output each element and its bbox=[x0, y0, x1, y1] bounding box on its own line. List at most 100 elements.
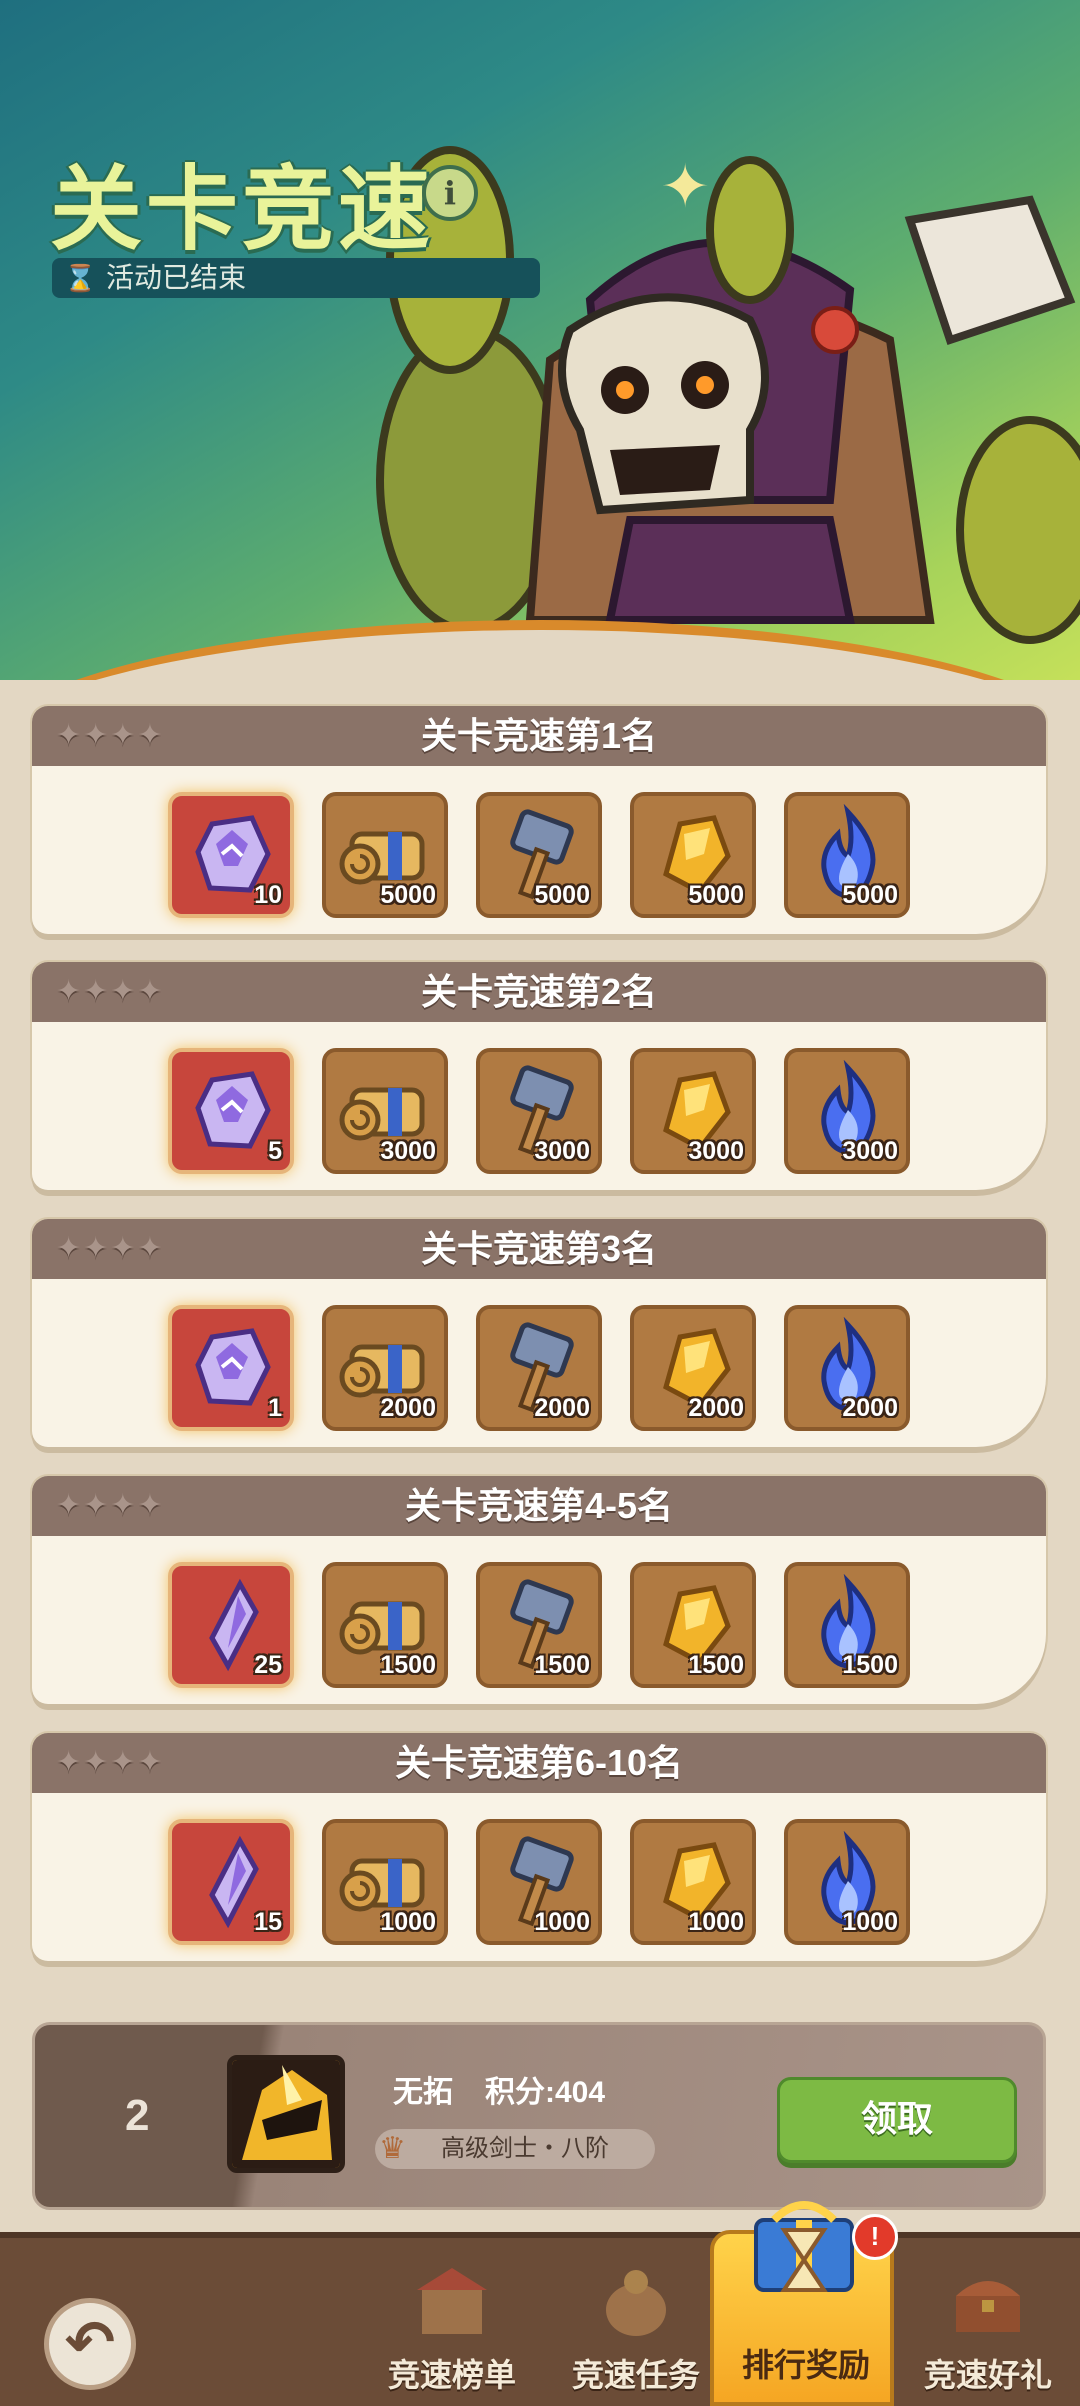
reward-item-count: 15 bbox=[254, 1908, 282, 1936]
reward-item-count: 3000 bbox=[842, 1137, 898, 1165]
reward-item-count: 1000 bbox=[534, 1908, 590, 1936]
reward-item[interactable]: 5000 bbox=[322, 792, 448, 918]
reward-item[interactable]: 10 bbox=[168, 792, 294, 918]
event-banner: ✦ 关卡竞速 i ⌛ 活动已结束 bbox=[0, 0, 1080, 680]
reward-item[interactable]: 1500 bbox=[476, 1562, 602, 1688]
reward-item-count: 2000 bbox=[842, 1394, 898, 1422]
reward-item-count: 2000 bbox=[688, 1394, 744, 1422]
reward-item[interactable]: 1500 bbox=[784, 1562, 910, 1688]
reward-item[interactable]: 1000 bbox=[630, 1819, 756, 1945]
reward-item[interactable]: 15 bbox=[168, 1819, 294, 1945]
reward-item[interactable]: 3000 bbox=[476, 1048, 602, 1174]
purple-crystal-icon bbox=[195, 1328, 271, 1406]
reward-item[interactable]: 1 bbox=[168, 1305, 294, 1431]
reward-item-count: 1500 bbox=[380, 1651, 436, 1679]
gift-hourglass-icon bbox=[754, 2201, 854, 2292]
reward-item-count: 5000 bbox=[380, 881, 436, 909]
reward-item[interactable]: 1500 bbox=[322, 1562, 448, 1688]
reward-card-header: ✦✦✦✦ 关卡竞速第2名 bbox=[32, 962, 1046, 1022]
reward-card-title: 关卡竞速第2名 bbox=[420, 971, 658, 1012]
reward-item-count: 1500 bbox=[534, 1651, 590, 1679]
reward-card-header: ✦✦✦✦ 关卡竞速第3名 bbox=[32, 1219, 1046, 1279]
reward-card: ✦✦✦✦ 关卡竞速第2名 5 3000 3000 3000 3000 bbox=[32, 962, 1046, 1190]
reward-item-count: 5000 bbox=[534, 881, 590, 909]
player-title-badge: ♛ 高级剑士・八阶 bbox=[375, 2129, 655, 2169]
reward-item[interactable]: 3000 bbox=[322, 1048, 448, 1174]
reward-item[interactable]: 2000 bbox=[784, 1305, 910, 1431]
reward-card-header: ✦✦✦✦ 关卡竞速第6-10名 bbox=[32, 1733, 1046, 1793]
my-rank-bar: 2 无拓 积分:404 ♛ 高级剑士・八阶 领取 bbox=[32, 2022, 1046, 2210]
reward-item[interactable]: 2000 bbox=[476, 1305, 602, 1431]
quest-bag-icon bbox=[606, 2270, 666, 2336]
stars-decoration-icon: ✦✦✦✦ bbox=[56, 1489, 165, 1522]
reward-card-header: ✦✦✦✦ 关卡竞速第1名 bbox=[32, 706, 1046, 766]
reward-item[interactable]: 5000 bbox=[476, 792, 602, 918]
reward-item-count: 5000 bbox=[842, 881, 898, 909]
bottom-nav: ↶ 竞速榜单 竞速任务 ! 排行奖励 竞速好礼 bbox=[0, 2201, 1080, 2406]
market-stall-icon bbox=[417, 2268, 487, 2334]
reward-item-count: 3000 bbox=[688, 1137, 744, 1165]
treasure-chest-icon bbox=[956, 2281, 1020, 2332]
avatar[interactable] bbox=[227, 2055, 345, 2173]
my-rank-number: 2 bbox=[125, 2091, 150, 2140]
reward-item[interactable]: 5000 bbox=[630, 792, 756, 918]
reward-card: ✦✦✦✦ 关卡竞速第6-10名 15 1000 1000 1000 1000 bbox=[32, 1733, 1046, 1961]
hourglass-icon: ⌛ bbox=[64, 263, 97, 293]
reward-card: ✦✦✦✦ 关卡竞速第3名 1 2000 2000 2000 2000 bbox=[32, 1219, 1046, 1447]
sparkle-icon: ✦ bbox=[660, 153, 711, 220]
tab-label: 竞速好礼 bbox=[923, 2357, 1052, 2393]
reward-item[interactable]: 5000 bbox=[784, 792, 910, 918]
reward-item[interactable]: 3000 bbox=[784, 1048, 910, 1174]
reward-item[interactable]: 2000 bbox=[630, 1305, 756, 1431]
reward-item-count: 5 bbox=[268, 1137, 282, 1165]
reward-item-count: 10 bbox=[254, 881, 282, 909]
reward-card-title: 关卡竞速第6-10名 bbox=[394, 1742, 684, 1783]
reward-card-header: ✦✦✦✦ 关卡竞速第4-5名 bbox=[32, 1476, 1046, 1536]
tab-race-quests[interactable]: 竞速任务 bbox=[544, 2238, 728, 2406]
stars-decoration-icon: ✦✦✦✦ bbox=[56, 1232, 165, 1265]
reward-item-count: 1000 bbox=[842, 1908, 898, 1936]
reward-card-title: 关卡竞速第3名 bbox=[420, 1228, 658, 1269]
purple-crystal-icon bbox=[195, 1071, 271, 1149]
tab-race-gifts[interactable]: 竞速好礼 bbox=[896, 2238, 1080, 2406]
golden-knight-icon bbox=[232, 2060, 340, 2168]
reward-item-count: 2000 bbox=[534, 1394, 590, 1422]
reward-card-title: 关卡竞速第4-5名 bbox=[404, 1485, 674, 1526]
reward-item-count: 1500 bbox=[688, 1651, 744, 1679]
tab-label: 排行奖励 bbox=[741, 2347, 870, 2383]
reward-item[interactable]: 1000 bbox=[784, 1819, 910, 1945]
tab-label: 竞速榜单 bbox=[387, 2357, 516, 2393]
reward-item-count: 1500 bbox=[842, 1651, 898, 1679]
info-icon[interactable]: i bbox=[422, 165, 478, 221]
reward-item-count: 2000 bbox=[380, 1394, 436, 1422]
reward-item[interactable]: 1000 bbox=[322, 1819, 448, 1945]
back-arrow-icon[interactable]: ↶ bbox=[44, 2298, 136, 2390]
reward-item[interactable]: 25 bbox=[168, 1562, 294, 1688]
reward-item-count: 3000 bbox=[534, 1137, 590, 1165]
stars-decoration-icon: ✦✦✦✦ bbox=[56, 719, 165, 752]
reward-item-count: 1000 bbox=[688, 1908, 744, 1936]
tab-label: 竞速任务 bbox=[571, 2357, 700, 2393]
event-title: 关卡竞速 bbox=[50, 159, 435, 261]
notification-badge: ! bbox=[852, 2214, 898, 2260]
event-status: ⌛ 活动已结束 bbox=[52, 258, 540, 298]
claim-button[interactable]: 领取 bbox=[777, 2077, 1017, 2163]
stars-decoration-icon: ✦✦✦✦ bbox=[56, 975, 165, 1008]
reward-card: ✦✦✦✦ 关卡竞速第1名 10 5000 5000 5000 5000 bbox=[32, 706, 1046, 934]
reward-item-count: 1000 bbox=[380, 1908, 436, 1936]
reward-item-count: 3000 bbox=[380, 1137, 436, 1165]
rank-emblem-icon: ♛ bbox=[379, 2132, 406, 2165]
reward-item[interactable]: 1500 bbox=[630, 1562, 756, 1688]
reward-item[interactable]: 1000 bbox=[476, 1819, 602, 1945]
reward-card: ✦✦✦✦ 关卡竞速第4-5名 25 1500 1500 1500 1500 bbox=[32, 1476, 1046, 1704]
stars-decoration-icon: ✦✦✦✦ bbox=[56, 1746, 165, 1779]
reward-item[interactable]: 5 bbox=[168, 1048, 294, 1174]
reward-item[interactable]: 3000 bbox=[630, 1048, 756, 1174]
reward-item-count: 25 bbox=[254, 1651, 282, 1679]
reward-card-title: 关卡竞速第1名 bbox=[420, 715, 658, 756]
reward-item[interactable]: 2000 bbox=[322, 1305, 448, 1431]
event-status-text: 活动已结束 bbox=[106, 262, 247, 293]
reward-item-count: 5000 bbox=[688, 881, 744, 909]
tab-rank-rewards[interactable]: ! 排行奖励 bbox=[710, 2201, 898, 2406]
tab-race-leaderboard[interactable]: 竞速榜单 bbox=[360, 2238, 544, 2406]
